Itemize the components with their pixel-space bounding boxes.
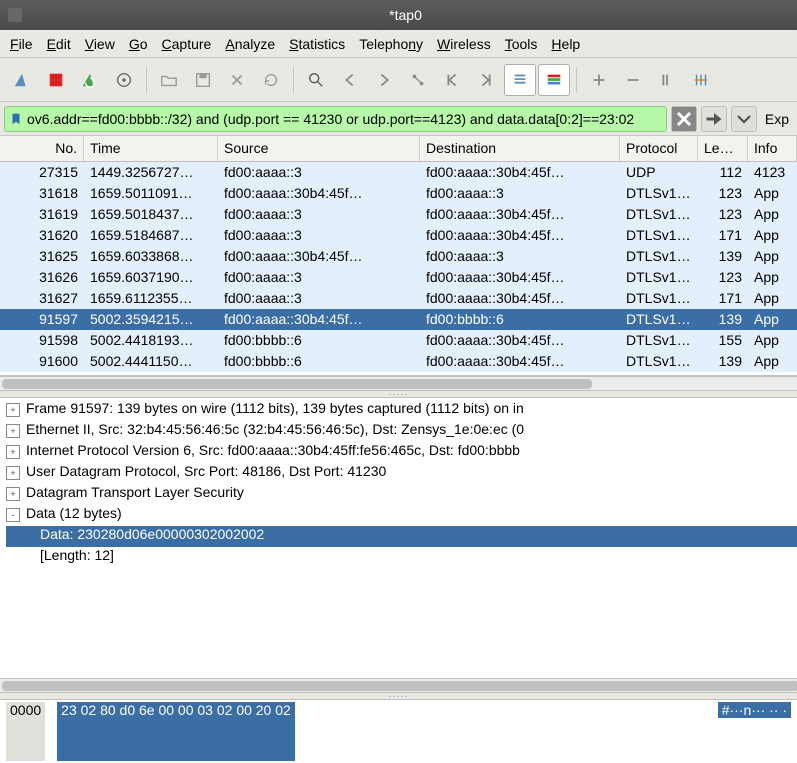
- hex-offset: 0000: [6, 702, 45, 761]
- menu-telephony[interactable]: Telephony: [359, 36, 423, 52]
- toolbar-separator: [293, 67, 294, 93]
- col-proto[interactable]: Protocol: [620, 136, 698, 161]
- display-filter-input[interactable]: [23, 111, 662, 127]
- filter-dropdown-button[interactable]: [731, 106, 757, 132]
- titlebar: *tap0: [0, 0, 797, 30]
- packet-row[interactable]: 915975002.3594215…fd00:aaaa::30b4:45f…fd…: [0, 309, 797, 330]
- detail-field[interactable]: [Length: 12]: [6, 547, 797, 568]
- packet-list[interactable]: No. Time Source Destination Protocol Len…: [0, 136, 797, 376]
- packet-row[interactable]: 273151449.3256727…fd00:aaaa::3fd00:aaaa:…: [0, 162, 797, 183]
- window-title: *tap0: [389, 7, 422, 23]
- restart-capture-button[interactable]: [74, 64, 106, 96]
- col-time[interactable]: Time: [84, 136, 218, 161]
- filter-bar: Exp: [0, 102, 797, 136]
- menu-wireless[interactable]: Wireless: [437, 36, 491, 52]
- expand-icon[interactable]: +: [6, 487, 20, 501]
- collapse-icon[interactable]: -: [6, 508, 20, 522]
- expand-icon[interactable]: +: [6, 445, 20, 459]
- menu-view[interactable]: View: [85, 36, 115, 52]
- hex-ascii: #···n··· ·· ·: [718, 702, 791, 718]
- col-dest[interactable]: Destination: [420, 136, 620, 161]
- zoom-reset-button[interactable]: [651, 64, 683, 96]
- capture-options-button[interactable]: [108, 64, 140, 96]
- detail-field[interactable]: Data: 230280d06e00000302002002: [6, 526, 797, 547]
- packet-row[interactable]: 316251659.6033868…fd00:aaaa::30b4:45f…fd…: [0, 246, 797, 267]
- go-to-packet-button[interactable]: [402, 64, 434, 96]
- colorize-button[interactable]: [538, 64, 570, 96]
- menu-tools[interactable]: Tools: [505, 36, 538, 52]
- packet-list-hscroll[interactable]: [0, 376, 797, 390]
- display-filter-field[interactable]: [4, 106, 667, 132]
- menu-go[interactable]: Go: [129, 36, 148, 52]
- splitter[interactable]: ·····: [0, 692, 797, 700]
- expand-icon[interactable]: +: [6, 403, 20, 417]
- col-length[interactable]: Length: [698, 136, 748, 161]
- reload-button[interactable]: [255, 64, 287, 96]
- go-last-button[interactable]: [470, 64, 502, 96]
- detail-protocol[interactable]: +User Datagram Protocol, Src Port: 48186…: [6, 463, 797, 484]
- packet-details[interactable]: +Frame 91597: 139 bytes on wire (1112 bi…: [0, 398, 797, 678]
- packet-row[interactable]: 915985002.4418193…fd00:bbbb::6fd00:aaaa:…: [0, 330, 797, 351]
- packet-list-header: No. Time Source Destination Protocol Len…: [0, 136, 797, 162]
- packet-details-hscroll[interactable]: [0, 678, 797, 692]
- toolbar-separator: [146, 67, 147, 93]
- packet-bytes[interactable]: 0000 23 02 80 d0 6e 00 00 03 02 00 20 02…: [0, 700, 797, 763]
- detail-protocol[interactable]: +Ethernet II, Src: 32:b4:45:56:46:5c (32…: [6, 421, 797, 442]
- clear-filter-button[interactable]: [671, 106, 697, 132]
- save-file-button[interactable]: [187, 64, 219, 96]
- detail-protocol[interactable]: -Data (12 bytes): [6, 505, 797, 526]
- toolbar: [0, 58, 797, 102]
- resize-columns-button[interactable]: [685, 64, 717, 96]
- stop-capture-button[interactable]: [40, 64, 72, 96]
- splitter[interactable]: ·····: [0, 390, 797, 398]
- hex-bytes[interactable]: 23 02 80 d0 6e 00 00 03 02 00 20 02: [57, 702, 295, 761]
- packet-row[interactable]: 316201659.5184687…fd00:aaaa::3fd00:aaaa:…: [0, 225, 797, 246]
- shark-fin-icon[interactable]: [6, 64, 38, 96]
- open-file-button[interactable]: [153, 64, 185, 96]
- menu-file[interactable]: File: [10, 36, 33, 52]
- expand-icon[interactable]: +: [6, 424, 20, 438]
- find-packet-button[interactable]: [300, 64, 332, 96]
- col-source[interactable]: Source: [218, 136, 420, 161]
- menu-analyze[interactable]: Analyze: [225, 36, 275, 52]
- menu-help[interactable]: Help: [551, 36, 580, 52]
- menubar: File Edit View Go Capture Analyze Statistics Te…: [0, 30, 797, 58]
- packet-row[interactable]: 316191659.5018437…fd00:aaaa::3fd00:aaaa:…: [0, 204, 797, 225]
- expression-label[interactable]: Exp: [761, 111, 793, 127]
- menu-edit[interactable]: Edit: [47, 36, 71, 52]
- go-forward-button[interactable]: [368, 64, 400, 96]
- auto-scroll-button[interactable]: [504, 64, 536, 96]
- go-first-button[interactable]: [436, 64, 468, 96]
- bookmark-icon[interactable]: [9, 112, 23, 126]
- apply-filter-button[interactable]: [701, 106, 727, 132]
- packet-row[interactable]: 316261659.6037190…fd00:aaaa::3fd00:aaaa:…: [0, 267, 797, 288]
- toolbar-separator: [576, 67, 577, 93]
- zoom-out-button[interactable]: [617, 64, 649, 96]
- packet-row[interactable]: 316181659.5011091…fd00:aaaa::30b4:45f…fd…: [0, 183, 797, 204]
- detail-protocol[interactable]: +Internet Protocol Version 6, Src: fd00:…: [6, 442, 797, 463]
- detail-protocol[interactable]: +Datagram Transport Layer Security: [6, 484, 797, 505]
- menu-statistics[interactable]: Statistics: [289, 36, 345, 52]
- packet-row[interactable]: 316271659.6112355…fd00:aaaa::3fd00:aaaa:…: [0, 288, 797, 309]
- zoom-in-button[interactable]: [583, 64, 615, 96]
- expand-icon[interactable]: +: [6, 466, 20, 480]
- go-back-button[interactable]: [334, 64, 366, 96]
- close-file-button[interactable]: [221, 64, 253, 96]
- col-info[interactable]: Info: [748, 136, 797, 161]
- window-menu-icon[interactable]: [8, 8, 22, 22]
- packet-row[interactable]: 916005002.4441150…fd00:bbbb::6fd00:aaaa:…: [0, 351, 797, 372]
- detail-protocol[interactable]: +Frame 91597: 139 bytes on wire (1112 bi…: [6, 400, 797, 421]
- menu-capture[interactable]: Capture: [162, 36, 212, 52]
- col-no[interactable]: No.: [0, 136, 84, 161]
